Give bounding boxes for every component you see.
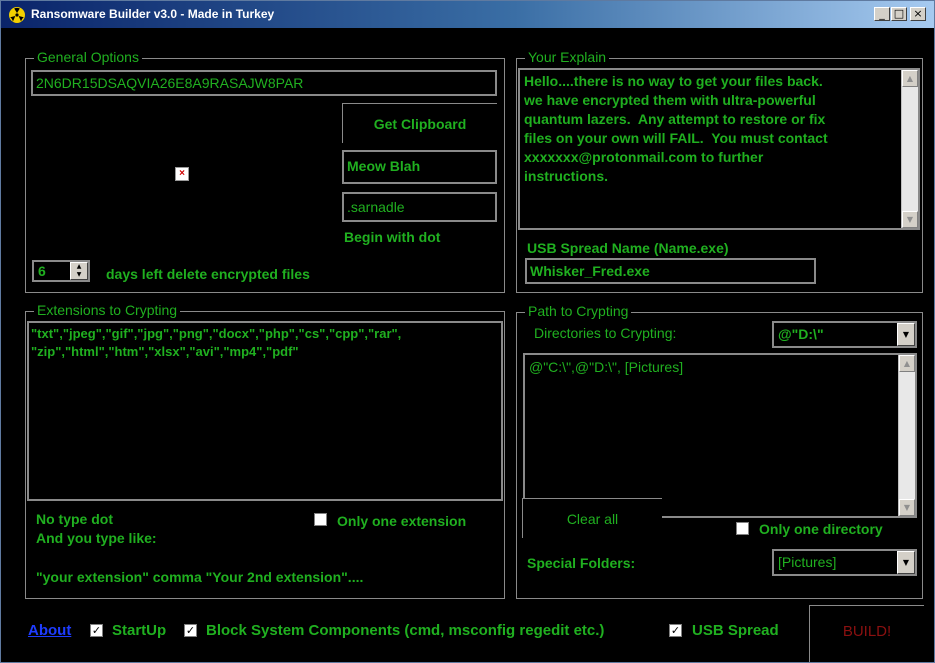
special-folders-label: Special Folders: (527, 555, 636, 571)
key-input[interactable]: 2N6DR15DSAQVIA26E8A9RASAJW8PAR (31, 70, 497, 96)
directories-scrollbar[interactable]: ▲ ▼ (898, 355, 915, 516)
special-folders-combo[interactable]: [Pictures] ▼ (772, 549, 917, 576)
days-spinbox[interactable]: 6 ▲ ▼ (32, 260, 90, 282)
days-left-label: days left delete encrypted files (106, 266, 310, 282)
name-input[interactable]: Meow Blah (342, 150, 497, 184)
extension-example-label: "your extension" comma "Your 2nd extensi… (36, 569, 364, 585)
usb-spread-name-input[interactable]: Whisker_Fred.exe (525, 258, 816, 284)
usb-spread-name-label: USB Spread Name (Name.exe) (527, 240, 729, 256)
directories-combo[interactable]: @"D:\" ▼ (772, 321, 917, 348)
broken-image-icon: × (175, 167, 189, 181)
window-title: Ransomware Builder v3.0 - Made in Turkey (31, 7, 275, 21)
usb-spread-label[interactable]: USB Spread (692, 622, 779, 639)
startup-label[interactable]: StartUp (112, 622, 166, 639)
only-one-extension-label[interactable]: Only one extension (337, 513, 466, 529)
dropdown-arrow-icon[interactable]: ▼ (897, 551, 915, 574)
maximize-icon[interactable]: □ (891, 7, 907, 21)
minimize-icon[interactable]: _ (874, 7, 890, 21)
scroll-arrow-icon[interactable]: ▼ (902, 211, 918, 228)
get-clipboard-button[interactable]: Get Clipboard (342, 103, 497, 143)
directories-label: Directories to Crypting: (534, 325, 677, 341)
only-one-extension-checkbox[interactable] (314, 513, 327, 526)
ransomware-builder-window: Ransomware Builder v3.0 - Made in Turkey… (0, 0, 935, 663)
days-value: 6 (38, 263, 46, 279)
client-area: General Options 2N6DR15DSAQVIA26E8A9RASA… (1, 28, 934, 662)
explain-scrollbar[interactable]: ▲ ▼ (901, 70, 918, 228)
dropdown-arrow-icon[interactable]: ▼ (897, 323, 915, 346)
scroll-arrow-icon[interactable]: ▲ (899, 355, 915, 372)
title-bar[interactable]: Ransomware Builder v3.0 - Made in Turkey… (1, 1, 934, 28)
explain-textarea[interactable]: Hello....there is no way to get your fil… (518, 68, 920, 230)
usb-spread-checkbox[interactable]: ✓ (669, 624, 682, 637)
directories-listbox[interactable]: @"C:\",@"D:\", [Pictures] ▲ ▼ (523, 353, 917, 518)
your-explain-legend: Your Explain (525, 49, 610, 65)
extensions-legend: Extensions to Crypting (34, 302, 181, 318)
begin-with-dot-label: Begin with dot (344, 229, 441, 245)
scroll-arrow-icon[interactable]: ▼ (899, 499, 915, 516)
only-one-directory-label[interactable]: Only one directory (759, 521, 883, 537)
and-you-type-label: And you type like: (36, 530, 157, 546)
block-components-label[interactable]: Block System Components (cmd, msconfig r… (206, 622, 604, 639)
about-link[interactable]: About (28, 622, 71, 639)
explain-text: Hello....there is no way to get your fil… (524, 73, 828, 184)
extensions-textarea[interactable]: "txt","jpeg","gif","jpg","png","docx","p… (27, 321, 503, 501)
clear-all-button[interactable]: Clear all (522, 498, 662, 538)
path-legend: Path to Crypting (525, 303, 632, 319)
general-options-legend: General Options (34, 49, 142, 65)
radiation-icon (9, 7, 25, 23)
close-icon[interactable]: × (910, 7, 926, 21)
only-one-directory-checkbox[interactable] (736, 522, 749, 535)
extension-input[interactable]: .sarnadle (342, 192, 497, 222)
scroll-arrow-icon[interactable]: ▲ (902, 70, 918, 87)
directory-selected: @"D:\" (778, 326, 824, 342)
spin-arrow-icon[interactable]: ▲ ▼ (70, 262, 88, 280)
directories-list-text: @"C:\",@"D:\", [Pictures] (529, 359, 684, 375)
startup-checkbox[interactable]: ✓ (90, 624, 103, 637)
no-type-dot-label: No type dot (36, 511, 113, 527)
extensions-text: "txt","jpeg","gif","jpg","png","docx","p… (31, 326, 402, 359)
build-button[interactable]: BUILD! (809, 605, 924, 662)
special-folder-selected: [Pictures] (778, 554, 837, 570)
block-components-checkbox[interactable]: ✓ (184, 624, 197, 637)
